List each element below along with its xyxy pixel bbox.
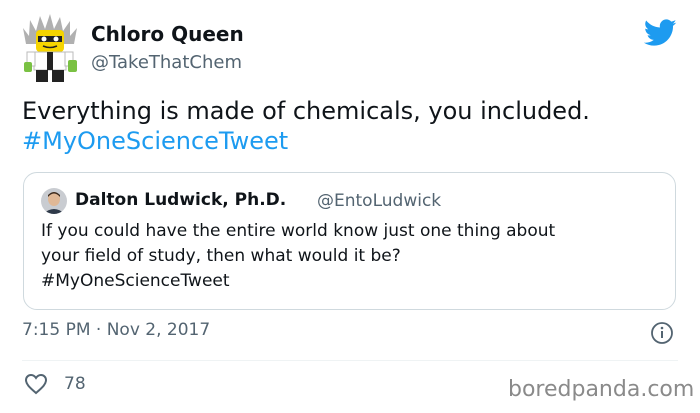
quoted-text-line: your field of study, then what would it … (41, 246, 401, 266)
author-handle[interactable]: @TakeThatChem (91, 52, 242, 73)
watermark: boredpanda.com (508, 377, 695, 402)
heart-icon[interactable] (24, 373, 48, 395)
quoted-hashtag[interactable]: #MyOneScienceTweet (41, 269, 661, 294)
quoted-author-avatar[interactable] (41, 188, 67, 214)
tweet-timestamp[interactable]: 7:15 PM · Nov 2, 2017 (22, 320, 210, 340)
author-display-name[interactable]: Chloro Queen (91, 22, 244, 46)
quoted-author-name[interactable]: Dalton Ludwick, Ph.D. (75, 190, 286, 210)
divider (22, 360, 678, 361)
quoted-text-line: If you could have the entire world know … (41, 221, 556, 241)
quoted-tweet[interactable]: Dalton Ludwick, Ph.D. @EntoLudwick If yo… (23, 172, 676, 310)
quoted-author-handle[interactable]: @EntoLudwick (317, 191, 441, 211)
tweet-card: Chloro Queen @TakeThatChem Everything is… (0, 0, 700, 413)
tweet-text-line: Everything is made of chemicals, you inc… (22, 97, 590, 125)
like-count: 78 (64, 374, 86, 394)
author-avatar[interactable] (20, 14, 80, 82)
tweet-text: Everything is made of chemicals, you inc… (22, 96, 590, 156)
info-icon[interactable] (650, 321, 674, 345)
twitter-bird-icon[interactable] (644, 19, 677, 47)
quoted-tweet-text: If you could have the entire world know … (41, 219, 661, 294)
tweet-hashtag-link[interactable]: #MyOneScienceTweet (22, 126, 590, 156)
